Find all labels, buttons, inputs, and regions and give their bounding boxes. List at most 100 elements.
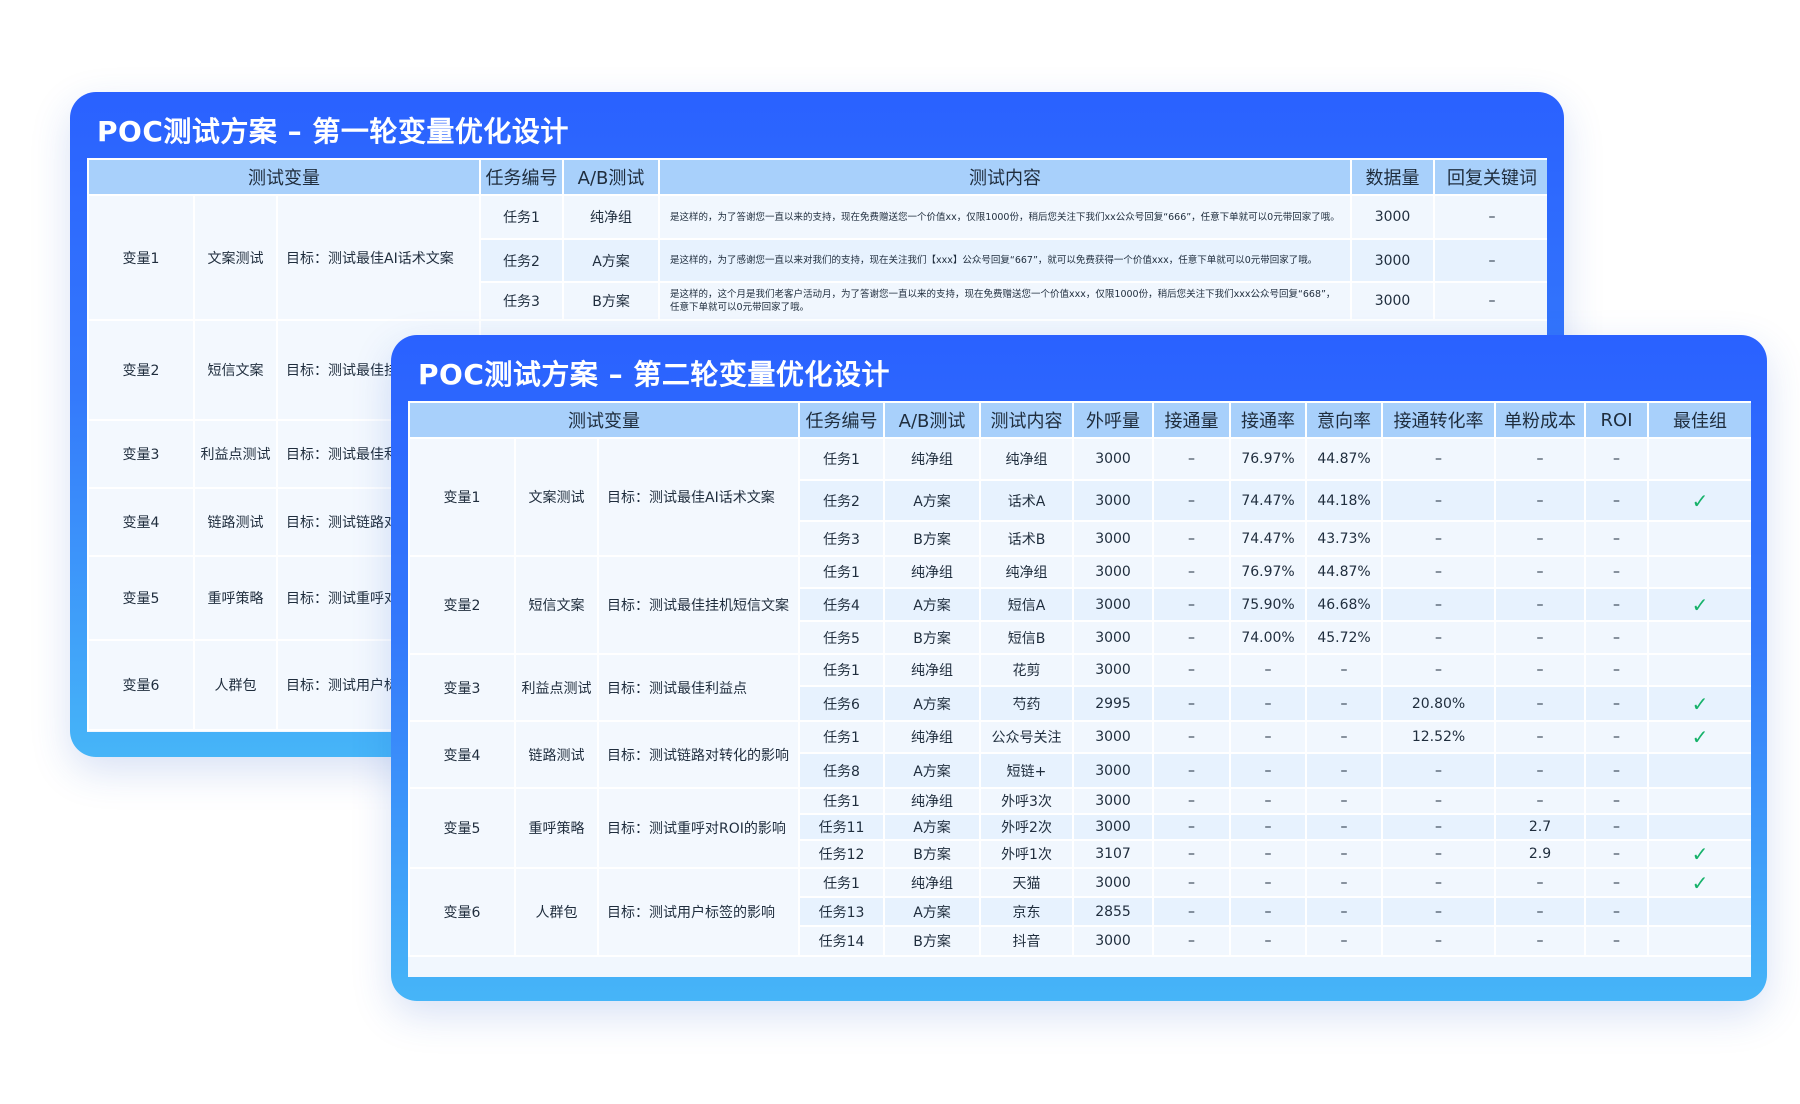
content-cell: 是这样的，为了答谢您一直以来的支持，现在免费赠送您一个价值xx，仅限1000份，… bbox=[658, 194, 1353, 240]
content-cell: 纯净组 bbox=[979, 437, 1075, 481]
ab-cell: A方案 bbox=[883, 587, 982, 622]
task-cell: 任务1 bbox=[798, 653, 886, 687]
best-cell: ✓ bbox=[1647, 479, 1751, 522]
roi-cell: – bbox=[1584, 479, 1650, 522]
connect-rate-cell: – bbox=[1229, 925, 1308, 957]
connect-rate-cell: 76.97% bbox=[1229, 555, 1308, 589]
name-cell: 重呼策略 bbox=[514, 787, 599, 869]
connected-cell: – bbox=[1152, 479, 1232, 522]
intent-rate-cell: 44.87% bbox=[1305, 437, 1384, 481]
connected-cell: – bbox=[1152, 437, 1232, 481]
cost-cell: – bbox=[1494, 720, 1587, 754]
ab-cell: 纯净组 bbox=[883, 720, 982, 754]
roi-cell: – bbox=[1584, 520, 1650, 557]
best-cell bbox=[1647, 620, 1751, 655]
conversion-cell: – bbox=[1381, 479, 1497, 522]
ab-cell: B方案 bbox=[883, 925, 982, 957]
conversion-cell: – bbox=[1381, 653, 1497, 687]
connect-rate-cell: – bbox=[1229, 720, 1308, 754]
name-cell: 利益点测试 bbox=[193, 419, 278, 489]
goal-cell: 目标：测试重呼对ROI的影响 bbox=[596, 787, 801, 869]
col-header: 测试内容 bbox=[658, 158, 1353, 196]
cost-cell: – bbox=[1494, 587, 1587, 622]
connect-rate-cell: – bbox=[1229, 685, 1308, 722]
ab-cell: A方案 bbox=[883, 813, 982, 841]
calls-cell: 3000 bbox=[1072, 925, 1155, 957]
col-header: A/B测试 bbox=[883, 401, 982, 439]
connected-cell: – bbox=[1152, 720, 1232, 754]
roi-cell: – bbox=[1584, 620, 1650, 655]
ab-cell: A方案 bbox=[883, 685, 982, 722]
conversion-cell: – bbox=[1381, 925, 1497, 957]
table-row: 变量2 短信文案 目标：测试最佳挂机短信文案 任务1 纯净组 纯净组 3000–76.97%… bbox=[408, 555, 1751, 655]
best-cell bbox=[1647, 520, 1751, 557]
table-row: 变量1 文案测试 目标：测试最佳AI话术文案 任务1 纯净组 纯净组 3000–76.97%… bbox=[408, 437, 1751, 557]
goal-cell: 目标：测试最佳利益点 bbox=[596, 653, 801, 722]
ab-cell: 纯净组 bbox=[883, 437, 982, 481]
col-header: A/B测试 bbox=[562, 158, 661, 196]
content-cell: 公众号关注 bbox=[979, 720, 1075, 754]
intent-rate-cell: 46.68% bbox=[1305, 587, 1384, 622]
goal-cell: 目标：测试链路对转化的影响 bbox=[596, 720, 801, 789]
intent-rate-cell: – bbox=[1305, 813, 1384, 841]
connect-rate-cell: 75.90% bbox=[1229, 587, 1308, 622]
cost-cell: – bbox=[1494, 437, 1587, 481]
goal-cell: 目标：测试最佳AI话术文案 bbox=[596, 437, 801, 557]
content-cell: 是这样的，为了感谢您一直以来对我们的支持，现在关注我们【xxx】公众号回复“66… bbox=[658, 238, 1353, 283]
col-header: 测试变量 bbox=[87, 158, 482, 196]
cost-cell: – bbox=[1494, 867, 1587, 898]
intent-rate-cell: – bbox=[1305, 839, 1384, 869]
roi-cell: – bbox=[1584, 839, 1650, 869]
connected-cell: – bbox=[1152, 813, 1232, 841]
name-cell: 文案测试 bbox=[193, 194, 278, 321]
roi-cell: – bbox=[1584, 867, 1650, 898]
task-cell: 任务14 bbox=[798, 925, 886, 957]
conversion-cell: – bbox=[1381, 839, 1497, 869]
col-header: 任务编号 bbox=[479, 158, 565, 196]
connected-cell: – bbox=[1152, 752, 1232, 789]
col-header: 单粉成本 bbox=[1494, 401, 1587, 439]
roi-cell: – bbox=[1584, 896, 1650, 927]
task-cell: 任务8 bbox=[798, 752, 886, 789]
variable-cell: 变量4 bbox=[408, 720, 516, 789]
conversion-cell: – bbox=[1381, 813, 1497, 841]
content-cell: 是这样的，这个月是我们老客户活动月，为了答谢您一直以来的支持，现在免费赠送您一个… bbox=[658, 281, 1353, 321]
content-cell: 短信A bbox=[979, 587, 1075, 622]
cost-cell: – bbox=[1494, 787, 1587, 815]
count-cell: 3000 bbox=[1350, 281, 1436, 321]
content-cell: 外呼2次 bbox=[979, 813, 1075, 841]
connected-cell: – bbox=[1152, 520, 1232, 557]
col-header: 接通转化率 bbox=[1381, 401, 1497, 439]
calls-cell: 3000 bbox=[1072, 479, 1155, 522]
connect-rate-cell: – bbox=[1229, 653, 1308, 687]
task-cell: 任务2 bbox=[798, 479, 886, 522]
intent-rate-cell: 44.87% bbox=[1305, 555, 1384, 589]
connect-rate-cell: 74.00% bbox=[1229, 620, 1308, 655]
panel-round-2: POC测试方案 – 第二轮变量优化设计 测试变量 任务编号 A/B测试 测试内容… bbox=[391, 335, 1767, 1001]
roi-cell: – bbox=[1584, 555, 1650, 589]
intent-rate-cell: – bbox=[1305, 720, 1384, 754]
connect-rate-cell: – bbox=[1229, 867, 1308, 898]
calls-cell: 3107 bbox=[1072, 839, 1155, 869]
count-cell: 3000 bbox=[1350, 238, 1436, 283]
conversion-cell: 12.52% bbox=[1381, 720, 1497, 754]
task-cell: 任务12 bbox=[798, 839, 886, 869]
task-cell: 任务11 bbox=[798, 813, 886, 841]
variable-cell: 变量6 bbox=[408, 867, 516, 957]
connected-cell: – bbox=[1152, 867, 1232, 898]
connect-rate-cell: 74.47% bbox=[1229, 479, 1308, 522]
table-row: 变量5 重呼策略 目标：测试重呼对ROI的影响 任务1 纯净组 外呼3次 3000– – – – –… bbox=[408, 787, 1751, 869]
connect-rate-cell: – bbox=[1229, 839, 1308, 869]
content-cell: 外呼1次 bbox=[979, 839, 1075, 869]
best-cell bbox=[1647, 555, 1751, 589]
ab-cell: B方案 bbox=[883, 520, 982, 557]
task-cell: 任务3 bbox=[798, 520, 886, 557]
content-cell: 外呼3次 bbox=[979, 787, 1075, 815]
conversion-cell: – bbox=[1381, 752, 1497, 789]
name-cell: 链路测试 bbox=[193, 487, 278, 557]
variable-cell: 变量2 bbox=[408, 555, 516, 655]
roi-cell: – bbox=[1584, 787, 1650, 815]
table-row: 变量3 利益点测试 目标：测试最佳利益点 任务1 纯净组 花剪 3000– – – – – – bbox=[408, 653, 1751, 722]
intent-rate-cell: – bbox=[1305, 752, 1384, 789]
content-cell: 京东 bbox=[979, 896, 1075, 927]
